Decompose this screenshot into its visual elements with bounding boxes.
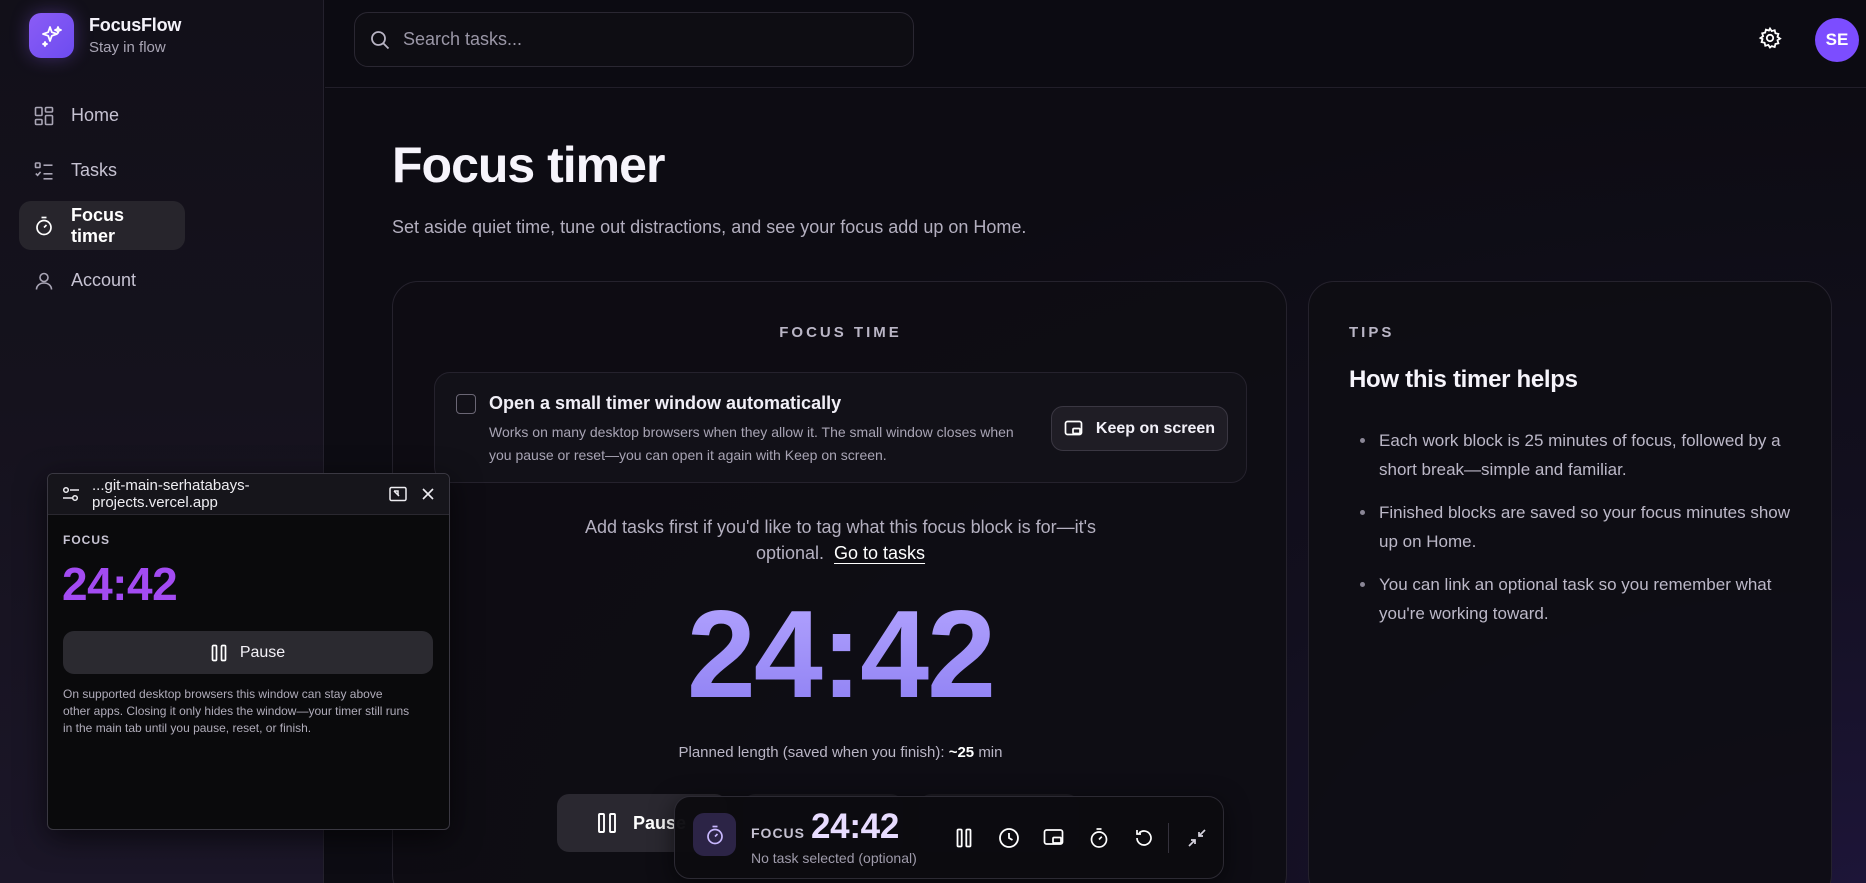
go-to-tasks-link[interactable]: Go to tasks [834, 543, 925, 563]
mini-pause-label: Pause [239, 643, 286, 661]
sidebar-item-focus-timer[interactable]: Focus timer [19, 201, 185, 250]
dock-collapse-button[interactable] [1174, 820, 1219, 856]
dock-timer-display: 24:42 [811, 807, 900, 846]
list-item: You can link an optional task so you rem… [1360, 570, 1804, 628]
pause-icon [211, 644, 227, 661]
keep-on-screen-button[interactable]: Keep on screen [1051, 406, 1228, 451]
dock-keep-on-screen-button[interactable] [1031, 820, 1076, 856]
back-to-tab-button[interactable] [389, 486, 407, 502]
timer-display: 24:42 [393, 584, 1288, 726]
sidebar-item-label: Account [71, 270, 137, 290]
settings-button[interactable] [1758, 26, 1782, 55]
dock-break-button[interactable] [986, 820, 1031, 856]
stopwatch-icon [36, 216, 52, 235]
auto-window-title: Open a small timer window automatically [489, 393, 842, 413]
dock-task-label: No task selected (optional) [751, 850, 917, 866]
collapse-icon [1187, 829, 1206, 847]
brand[interactable]: FocusFlow Stay in flow [29, 13, 181, 58]
clock-icon [998, 828, 1019, 848]
sidebar-item-label: Focus timer [71, 204, 125, 246]
search-input[interactable] [403, 29, 883, 50]
sidebar-item-account[interactable]: Account [19, 256, 185, 305]
floating-timer-dock: FOCUS 24:42 No task selected (optional) [674, 796, 1224, 879]
auto-window-option: Open a small timer window automatically … [434, 372, 1247, 483]
focus-card: FOCUS TIME Open a small timer window aut… [392, 281, 1287, 883]
dock-pause-button[interactable] [941, 820, 986, 856]
planned-length-unit: min [978, 744, 1003, 761]
brand-tagline: Stay in flow [89, 39, 166, 56]
close-button[interactable] [421, 487, 435, 501]
picture-in-picture-icon [1064, 420, 1083, 435]
list-item: Finished blocks are saved so your focus … [1360, 498, 1804, 556]
avatar[interactable]: SE [1815, 18, 1859, 62]
keep-on-screen-label: Keep on screen [1095, 419, 1216, 437]
dock-reset-button[interactable] [1121, 820, 1166, 856]
dock-divider [1168, 823, 1169, 853]
sparkle-logo-icon [29, 13, 74, 58]
page-subtitle: Set aside quiet time, tune out distracti… [392, 217, 1027, 237]
search-box[interactable] [354, 12, 914, 67]
topbar: SE [325, 0, 1866, 88]
user-icon [35, 272, 53, 290]
mini-focus-label: FOCUS [63, 533, 110, 547]
planned-length-value: ~25 [948, 744, 975, 761]
mini-timer-display: 24:42 [62, 558, 178, 610]
planned-length-label: Planned length (saved when you finish): [678, 744, 945, 761]
checklist-icon [34, 161, 53, 180]
mini-window-url: ...git-main-serhatabays-projects.vercel.… [92, 477, 250, 511]
sidebar-item-home[interactable]: Home [19, 91, 185, 140]
list-item: Each work block is 25 minutes of focus, … [1360, 426, 1804, 484]
tips-list: Each work block is 25 minutes of focus, … [1360, 426, 1804, 642]
mini-window-titlebar: ...git-main-serhatabays-projects.vercel.… [48, 474, 449, 515]
close-icon [422, 488, 434, 500]
stopwatch-icon [706, 825, 723, 844]
gear-icon [1758, 26, 1782, 49]
mini-window-note: On supported desktop browsers this windo… [63, 687, 410, 735]
pause-icon [598, 813, 616, 833]
tips-card: TIPS How this timer helps Each work bloc… [1308, 281, 1832, 883]
brand-name: FocusFlow [89, 15, 182, 35]
sidebar-nav: Home Tasks Focus timer Account [19, 91, 185, 311]
site-settings-icon[interactable] [62, 486, 80, 502]
auto-window-checkbox[interactable] [456, 394, 476, 414]
tips-label: TIPS [1349, 324, 1395, 341]
planned-length: Planned length (saved when you finish): … [393, 744, 1288, 761]
dock-badge [693, 813, 736, 856]
focus-card-label: FOCUS TIME [779, 324, 902, 341]
picture-in-picture-icon [1043, 829, 1063, 845]
mini-timer-window: ...git-main-serhatabays-projects.vercel.… [47, 473, 450, 830]
dock-controls [941, 820, 1219, 856]
search-icon [371, 30, 390, 49]
reset-icon [1135, 830, 1152, 846]
sidebar-item-label: Home [71, 105, 120, 125]
sidebar-item-label: Tasks [71, 160, 118, 180]
mini-pause-button[interactable]: Pause [63, 631, 433, 674]
grid-icon [34, 106, 54, 125]
tasks-hint: Add tasks first if you'd like to tag wha… [553, 514, 1128, 566]
pause-icon [956, 828, 971, 848]
tips-title: How this timer helps [1349, 366, 1578, 393]
stopwatch-icon [1090, 828, 1107, 848]
back-to-tab-icon [389, 486, 407, 502]
dock-timer-button[interactable] [1076, 820, 1121, 856]
sidebar-item-tasks[interactable]: Tasks [19, 146, 185, 195]
auto-window-description: Works on many desktop browsers when they… [489, 424, 1014, 463]
page-title: Focus timer [392, 137, 665, 193]
dock-focus-label: FOCUS [751, 825, 805, 841]
